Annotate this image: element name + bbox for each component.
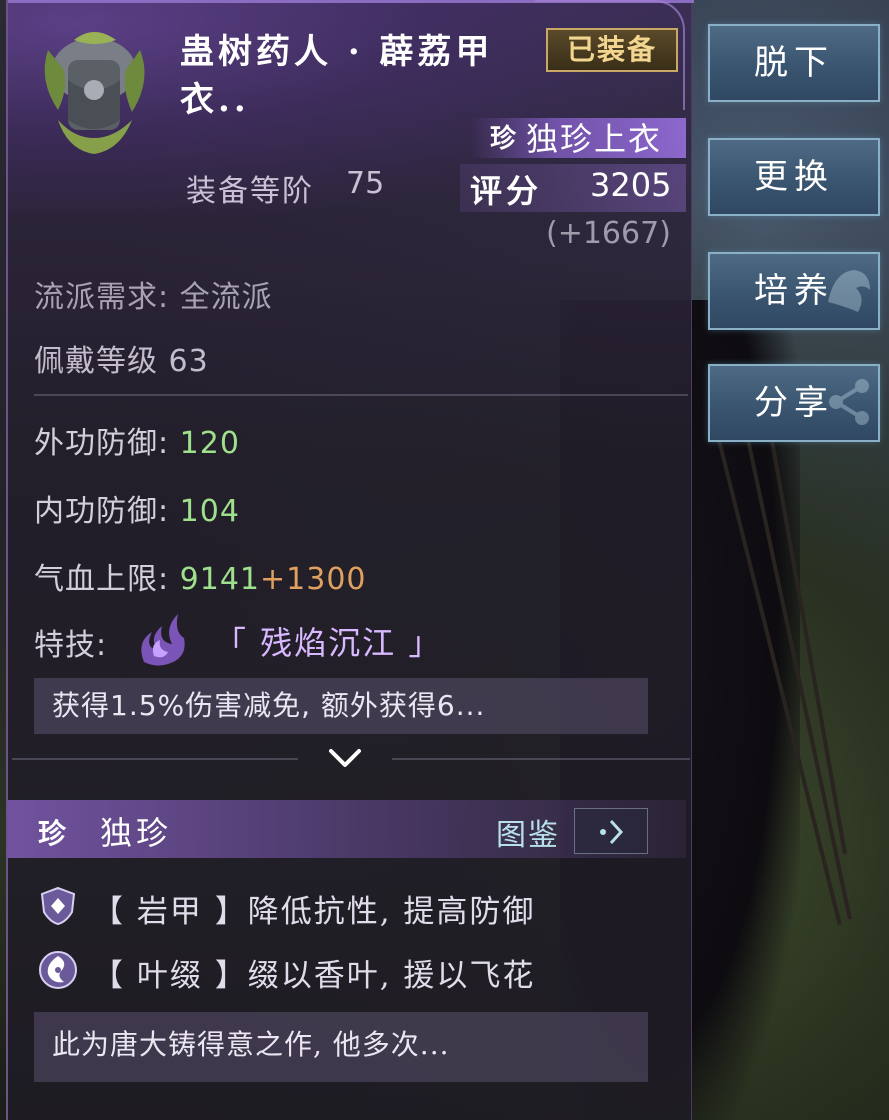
outer-defense-value: 120	[179, 426, 240, 461]
item-lore: 此为唐大铸得意之作, 他多次...	[34, 1012, 648, 1082]
section-divider	[12, 758, 298, 760]
arrow-right-icon	[600, 819, 624, 845]
rarity-glyph: 珍	[489, 124, 516, 154]
share-button[interactable]: 分享	[708, 364, 880, 442]
share-icon	[829, 379, 869, 425]
score-delta: (+1667)	[546, 216, 671, 251]
equipment-tier-value: 75	[346, 166, 385, 201]
hp-limit-stat: 气血上限: 9141+1300	[34, 554, 367, 598]
hp-limit-value: 9141	[179, 562, 261, 597]
inner-defense-value: 104	[179, 494, 240, 529]
replace-button[interactable]: 更换	[708, 138, 880, 216]
skill-name-link[interactable]: 「 残焰沉江 」	[214, 618, 442, 664]
beast-emblem-icon	[828, 270, 870, 312]
codex-label[interactable]: 图鉴	[496, 810, 560, 854]
item-name: 蛊树药人 · 薜荔甲衣..	[180, 32, 494, 120]
codex-button[interactable]	[574, 808, 648, 854]
cultivate-label: 培养	[754, 271, 834, 311]
school-requirement: 流派需求: 全流派	[34, 280, 273, 315]
equipment-tier-label: 装备等阶	[186, 174, 314, 209]
item-rarity-type: 独珍上衣	[526, 120, 663, 158]
set-effect-1: 【 岩甲 】降低抗性, 提高防御	[92, 894, 536, 930]
score-label: 评分	[470, 172, 543, 210]
share-label: 分享	[754, 383, 834, 423]
armor-item-icon	[44, 32, 145, 154]
flame-swirl-icon[interactable]	[134, 598, 190, 668]
shield-crest-icon	[40, 886, 76, 926]
inner-defense-label: 内功防御:	[34, 494, 180, 529]
wear-level: 佩戴等级 63	[34, 344, 209, 379]
score-value: 3205	[590, 166, 672, 204]
cultivate-button[interactable]: 培养	[708, 252, 880, 330]
skill-description: 获得1.5%伤害减免, 额外获得6...	[34, 678, 648, 734]
replace-label: 更换	[754, 157, 834, 197]
set-rarity-glyph: 珍	[38, 817, 67, 850]
outer-defense-label: 外功防御:	[34, 426, 180, 461]
equipped-badge: 已装备	[546, 28, 678, 72]
unequip-button[interactable]: 脱下	[708, 24, 880, 102]
section-divider	[392, 758, 690, 760]
swirl-leaf-icon	[39, 951, 77, 989]
unequip-label: 脱下	[754, 43, 834, 83]
chevron-down-icon[interactable]	[328, 746, 362, 770]
set-name: 独珍	[100, 814, 173, 852]
hp-limit-label: 气血上限:	[34, 562, 180, 597]
inner-defense-stat: 内功防御: 104	[34, 486, 240, 530]
hp-limit-bonus: +1300	[260, 562, 367, 597]
section-divider	[34, 394, 688, 396]
outer-defense-stat: 外功防御: 120	[34, 418, 240, 462]
set-effect-2: 【 叶缀 】缀以香叶, 援以飞花	[92, 958, 536, 994]
skill-label: 特技:	[34, 628, 108, 663]
